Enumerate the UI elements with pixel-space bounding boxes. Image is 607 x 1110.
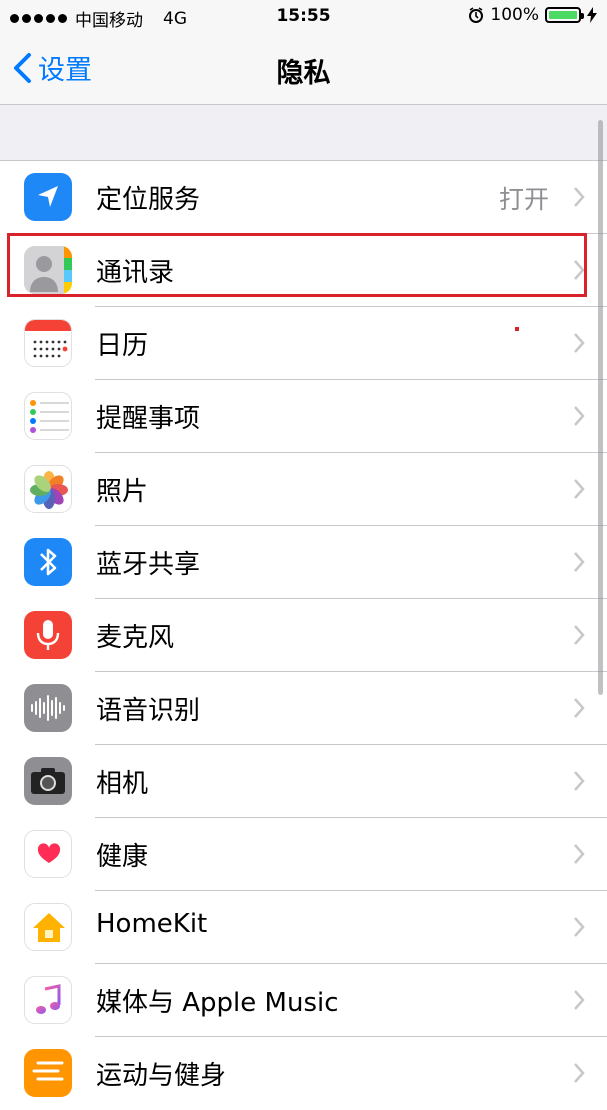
page-title: 隐私	[276, 58, 331, 89]
row-bluetooth-sharing[interactable]: 蓝牙共享	[0, 526, 607, 599]
row-label: 日历	[96, 331, 149, 361]
reminders-icon	[24, 392, 72, 440]
row-motion-fitness[interactable]: 运动与健身	[0, 1037, 607, 1110]
chevron-right-icon	[574, 698, 585, 718]
motion-fitness-icon	[24, 1049, 72, 1097]
speech-waveform-icon	[24, 684, 72, 732]
row-label: HomeKit	[96, 909, 208, 939]
row-label: 运动与健身	[96, 1061, 227, 1091]
location-icon	[24, 173, 72, 221]
row-label: 健康	[96, 842, 149, 872]
chevron-right-icon	[574, 333, 585, 353]
row-speech-recognition[interactable]: 语音识别	[0, 672, 607, 745]
status-right: 100%	[468, 5, 597, 25]
status-bar: 中国移动 4G 15:55 100%	[0, 0, 607, 34]
row-camera[interactable]: 相机	[0, 745, 607, 818]
row-label: 蓝牙共享	[96, 550, 201, 580]
contacts-highlight-box	[7, 233, 587, 297]
row-label: 麦克风	[96, 623, 175, 653]
battery-percent: 100%	[490, 5, 539, 25]
chevron-right-icon	[574, 844, 585, 864]
row-health[interactable]: 健康	[0, 818, 607, 891]
row-label: 提醒事项	[96, 404, 201, 434]
row-label: 相机	[96, 769, 149, 799]
row-value: 打开	[498, 185, 549, 214]
chevron-right-icon	[574, 771, 585, 791]
microphone-icon	[24, 611, 72, 659]
annotation-dot	[515, 327, 519, 331]
home-icon	[24, 903, 72, 951]
row-label: 媒体与 Apple Music	[96, 988, 339, 1018]
chevron-right-icon	[574, 917, 585, 937]
bluetooth-icon	[24, 538, 72, 586]
charging-bolt-icon	[587, 7, 597, 23]
scrollbar[interactable]	[598, 120, 603, 695]
navigation-bar: 设置 隐私	[0, 34, 607, 105]
row-label: 语音识别	[96, 696, 201, 726]
chevron-right-icon	[574, 625, 585, 645]
row-reminders[interactable]: 提醒事项	[0, 380, 607, 453]
photos-icon	[24, 465, 72, 513]
row-microphone[interactable]: 麦克风	[0, 599, 607, 672]
battery-icon	[545, 7, 584, 23]
chevron-right-icon	[574, 552, 585, 572]
row-location-services[interactable]: 定位服务 打开	[0, 161, 607, 234]
music-note-icon	[24, 976, 72, 1024]
chevron-right-icon	[574, 1063, 585, 1083]
row-label: 定位服务	[96, 185, 201, 215]
chevron-right-icon	[574, 187, 585, 207]
row-photos[interactable]: 照片	[0, 453, 607, 526]
camera-icon	[24, 757, 72, 805]
chevron-right-icon	[574, 406, 585, 426]
row-calendar[interactable]: 日历	[0, 307, 607, 380]
row-media-apple-music[interactable]: 媒体与 Apple Music	[0, 964, 607, 1037]
privacy-list: 定位服务 打开 通讯录 日历 提醒事项 照片 蓝牙共享 麦克风 语音识别 相机 …	[0, 160, 607, 1110]
row-homekit[interactable]: HomeKit	[0, 891, 607, 964]
chevron-right-icon	[574, 479, 585, 499]
alarm-icon	[469, 7, 484, 23]
calendar-icon	[24, 319, 72, 367]
row-label: 照片	[96, 477, 149, 507]
chevron-right-icon	[574, 990, 585, 1010]
heart-icon	[24, 830, 72, 878]
